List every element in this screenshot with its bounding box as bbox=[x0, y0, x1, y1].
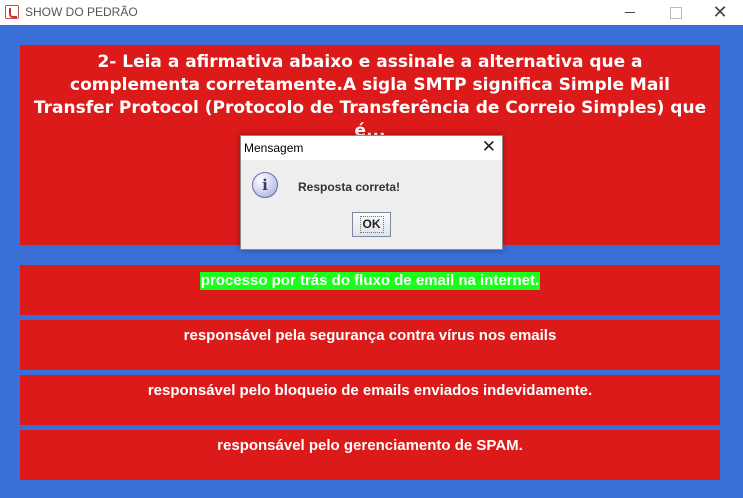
question-text: 2- Leia a afirmativa abaixo e assinale a… bbox=[33, 52, 707, 141]
dialog-title: Mensagem bbox=[244, 141, 304, 155]
ok-button-label: OK bbox=[359, 216, 384, 233]
message-dialog: Mensagem ✕ i Resposta correta! OK bbox=[240, 135, 503, 250]
answer-option-2[interactable]: responsável pela segurança contra vírus … bbox=[20, 320, 720, 370]
info-icon: i bbox=[252, 172, 278, 198]
java-app-icon bbox=[5, 5, 19, 19]
game-content: 2- Leia a afirmativa abaixo e assinale a… bbox=[0, 25, 743, 498]
window-close-button[interactable]: ✕ bbox=[697, 0, 743, 25]
dialog-close-button[interactable]: ✕ bbox=[482, 137, 496, 157]
answer-label: responsável pela segurança contra vírus … bbox=[183, 327, 557, 344]
ok-button[interactable]: OK bbox=[352, 212, 391, 237]
answer-option-1[interactable]: processo por trás do fluxo de email na i… bbox=[20, 265, 720, 315]
window-title: SHOW DO PEDRÃO bbox=[25, 5, 138, 19]
answer-label: responsável pelo bloqueio de emails envi… bbox=[147, 382, 593, 399]
minimize-button[interactable] bbox=[607, 0, 653, 25]
maximize-button[interactable] bbox=[652, 0, 698, 25]
answer-option-4[interactable]: responsável pelo gerenciamento de SPAM. bbox=[20, 430, 720, 480]
answer-label: responsável pelo gerenciamento de SPAM. bbox=[217, 437, 523, 454]
answer-option-3[interactable]: responsável pelo bloqueio de emails envi… bbox=[20, 375, 720, 425]
dialog-message: Resposta correta! bbox=[298, 180, 401, 194]
answer-label: processo por trás do fluxo de email na i… bbox=[199, 272, 541, 290]
window-titlebar: SHOW DO PEDRÃO ✕ bbox=[0, 0, 743, 25]
dialog-titlebar[interactable]: Mensagem ✕ bbox=[241, 136, 502, 160]
